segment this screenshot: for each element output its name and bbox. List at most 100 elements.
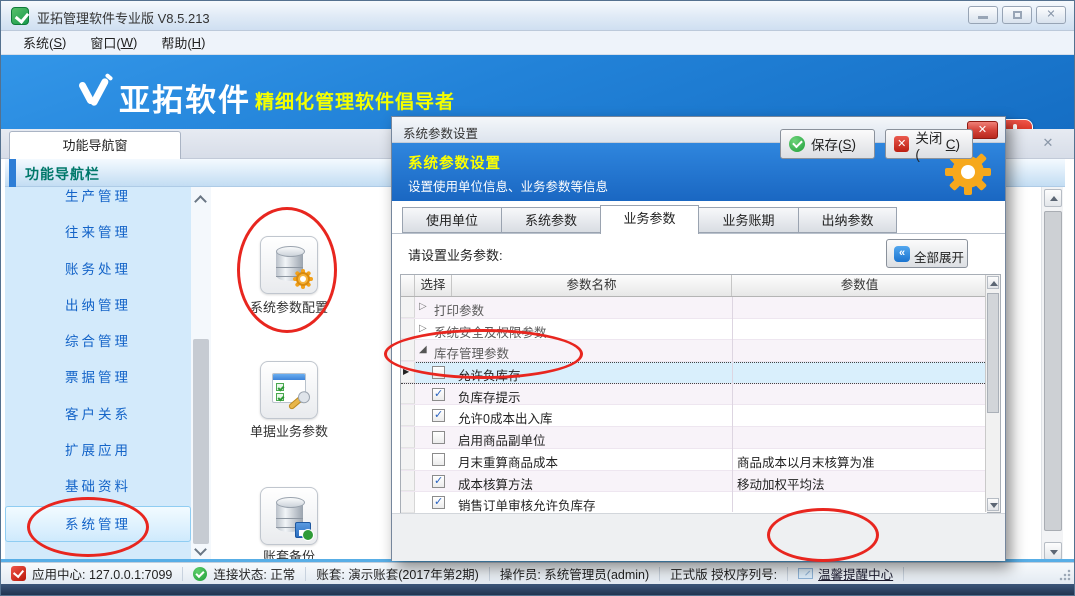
sidebar-item[interactable]: 生产管理: [5, 187, 191, 215]
scroll-up-icon[interactable]: [987, 276, 999, 289]
doc-params-shortcut[interactable]: [260, 361, 318, 419]
menu-item[interactable]: 窗口(W): [78, 31, 149, 54]
status-reminder[interactable]: 温馨提醒中心: [788, 567, 904, 581]
sidebar-scroll-thumb[interactable]: [193, 339, 209, 544]
table-row[interactable]: 销售订单审核允许负库存: [401, 492, 987, 514]
params-prompt: 请设置业务参数:: [408, 245, 503, 264]
row-checkbox[interactable]: [432, 453, 445, 466]
annotation-circle-system-params: [237, 207, 337, 333]
param-name: 允许0成本出入库: [458, 408, 552, 427]
panel-title: 功能导航栏: [25, 164, 100, 184]
table-row[interactable]: 启用商品副单位: [401, 427, 987, 449]
expand-triangle-icon[interactable]: [419, 301, 427, 312]
param-name: 打印参数: [434, 300, 484, 319]
col-select: 选择: [415, 275, 452, 296]
sidebar-item[interactable]: 扩展应用: [5, 433, 191, 469]
dialog-tab[interactable]: 系统参数: [501, 207, 600, 233]
param-name: 启用商品副单位: [458, 430, 546, 449]
status-app-center: 应用中心: 127.0.0.1:7099: [1, 567, 183, 581]
scroll-up-icon[interactable]: [194, 195, 207, 208]
window-controls: ✕: [968, 6, 1066, 24]
form-window-icon: [272, 373, 306, 403]
param-value: 商品成本以月末核算为准: [737, 452, 875, 471]
row-checkbox[interactable]: [432, 388, 445, 401]
row-checkbox[interactable]: [432, 496, 445, 509]
expand-all-button[interactable]: « 全部展开: [886, 239, 968, 268]
main-scroll-thumb[interactable]: [1044, 211, 1062, 531]
sidebar-scrollbar[interactable]: [191, 187, 211, 562]
params-table: 选择 参数名称 参数值 打印参数 系统安全及权限参数: [400, 274, 1001, 513]
dialog-tab[interactable]: 业务参数: [600, 205, 699, 234]
scroll-down-icon[interactable]: [194, 543, 207, 556]
table-row[interactable]: 打印参数: [401, 297, 987, 319]
tab-close-icon[interactable]: ✕: [1040, 135, 1056, 151]
annotation-circle-inventory-param: [384, 329, 583, 379]
param-name: 月末重算商品成本: [458, 452, 558, 471]
collapse-all-icon: «: [894, 246, 910, 262]
param-name: 负库存提示: [458, 387, 521, 406]
row-checkbox[interactable]: [432, 431, 445, 444]
dialog-tabs: 使用单位系统参数业务参数业务账期出纳参数: [402, 205, 897, 234]
sidebar-item[interactable]: 账务处理: [5, 252, 191, 288]
app-window: 亚拓管理软件专业版 V8.5.213 ✕ 系统(S)窗口(W)帮助(H) 亚拓软…: [0, 0, 1075, 596]
window-bottom-frame: [1, 584, 1074, 596]
param-name: 销售订单审核允许负库存: [458, 495, 596, 514]
menu-item[interactable]: 系统(S): [11, 31, 78, 54]
shortcut-label[interactable]: 单据业务参数: [219, 421, 359, 440]
dialog-tab[interactable]: 出纳参数: [798, 207, 897, 233]
main-scrollbar[interactable]: [1041, 187, 1063, 562]
dialog-tab[interactable]: 使用单位: [402, 207, 501, 233]
dialog-footer: [392, 513, 1005, 561]
sidebar-item[interactable]: 往来管理: [5, 215, 191, 251]
brand-slogan: 精细化管理软件倡导者: [255, 87, 455, 114]
brand-name: 亚拓软件: [119, 75, 251, 120]
table-scrollbar[interactable]: [985, 275, 1000, 512]
table-row[interactable]: 允许0成本出入库: [401, 405, 987, 427]
floppy-disk-icon: [295, 522, 311, 538]
scroll-down-icon[interactable]: [987, 498, 999, 511]
menubar: 系统(S)窗口(W)帮助(H): [1, 31, 1074, 55]
row-checkbox[interactable]: [432, 409, 445, 422]
close-button[interactable]: ✕: [1036, 6, 1066, 24]
app-center-icon: [11, 566, 26, 581]
table-row[interactable]: 成本核算方法 移动加权平均法: [401, 471, 987, 493]
table-row[interactable]: 月末重算商品成本 商品成本以月末核算为准: [401, 449, 987, 471]
row-indicator: [401, 384, 415, 405]
titlebar: 亚拓管理软件专业版 V8.5.213 ✕: [1, 1, 1074, 31]
col-param-value: 参数值: [732, 275, 987, 296]
sidebar-item[interactable]: 票据管理: [5, 360, 191, 396]
close-x-icon: [894, 136, 909, 152]
maximize-button[interactable]: [1002, 6, 1032, 24]
minimize-button[interactable]: [968, 6, 998, 24]
backup-shortcut[interactable]: [260, 487, 318, 545]
dialog-tab[interactable]: 业务账期: [699, 207, 798, 233]
wrench-icon: [288, 392, 309, 411]
param-value: 移动加权平均法: [737, 474, 825, 493]
app-logo-icon: [11, 7, 29, 25]
mail-icon: [798, 568, 813, 579]
dialog-header-subtitle: 设置使用单位信息、业务参数等信息: [408, 176, 608, 195]
panel-header-accent: [9, 159, 16, 187]
dialog-title: 系统参数设置: [403, 123, 478, 142]
row-indicator: [401, 471, 415, 492]
sidebar-item[interactable]: 出纳管理: [5, 288, 191, 324]
scroll-down-icon[interactable]: [1044, 542, 1062, 560]
table-row[interactable]: 负库存提示: [401, 384, 987, 406]
row-checkbox[interactable]: [432, 475, 445, 488]
expand-triangle-icon[interactable]: [419, 323, 427, 334]
connection-ok-icon: [193, 567, 207, 581]
brand-separator: ·: [239, 81, 246, 107]
menu-item[interactable]: 帮助(H): [149, 31, 217, 54]
save-button[interactable]: 保存(S): [780, 129, 875, 159]
sidebar-item[interactable]: 客户关系: [5, 397, 191, 433]
scroll-up-icon[interactable]: [1044, 189, 1062, 207]
sidebar-item[interactable]: 综合管理: [5, 324, 191, 360]
tab-nav-window[interactable]: 功能导航窗: [9, 131, 181, 159]
row-indicator: [401, 492, 415, 513]
table-scroll-thumb[interactable]: [987, 293, 999, 413]
table-header: 选择 参数名称 参数值: [401, 275, 987, 297]
resize-grip[interactable]: [1059, 569, 1071, 581]
save-check-icon: [789, 136, 805, 152]
close-dialog-button[interactable]: 关闭(C): [885, 129, 973, 159]
status-operator: 操作员: 系统管理员(admin): [490, 567, 660, 581]
